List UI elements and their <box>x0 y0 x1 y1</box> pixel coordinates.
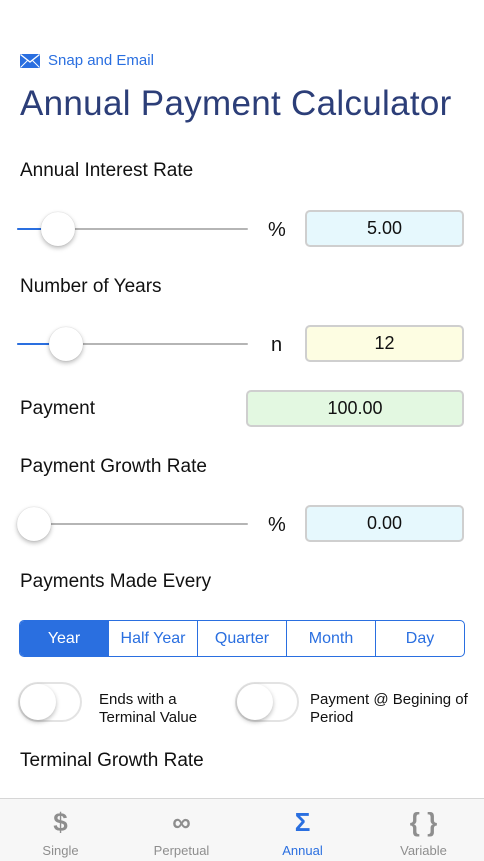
terminal-growth-label: Terminal Growth Rate <box>20 750 204 771</box>
tab-single[interactable]: $ Single <box>0 799 121 861</box>
interest-rate-slider[interactable] <box>17 212 248 246</box>
tab-label: Perpetual <box>153 843 210 858</box>
interest-unit-label: % <box>268 219 286 241</box>
slider-thumb[interactable] <box>17 507 51 541</box>
tab-perpetual[interactable]: ∞ Perpetual <box>121 799 242 861</box>
page-title: Annual Payment Calculator <box>20 84 452 123</box>
tab-variable[interactable]: { } Variable <box>363 799 484 861</box>
growth-unit-label: % <box>268 514 286 536</box>
tab-annual[interactable]: Σ Annual <box>242 799 363 861</box>
frequency-option-year[interactable]: Year <box>20 621 108 656</box>
slider-track <box>17 523 248 525</box>
begin-period-label: Payment @ Begining of Period <box>310 691 468 726</box>
snap-and-email-label: Snap and Email <box>48 52 154 69</box>
infinity-icon: ∞ <box>172 807 191 837</box>
terminal-value-label: Ends with a Terminal Value <box>99 691 198 726</box>
envelope-icon <box>20 53 40 68</box>
growth-rate-slider[interactable] <box>17 507 248 541</box>
years-slider[interactable] <box>17 327 248 361</box>
frequency-option-half-year[interactable]: Half Year <box>108 621 197 656</box>
tab-label: Single <box>42 843 79 858</box>
frequency-option-month[interactable]: Month <box>286 621 375 656</box>
braces-icon: { } <box>409 807 438 837</box>
growth-rate-field[interactable]: 0.00 <box>305 505 464 542</box>
years-unit-label: n <box>271 334 283 356</box>
begin-period-toggle[interactable] <box>235 682 299 722</box>
slider-thumb[interactable] <box>48 327 83 361</box>
years-label: Number of Years <box>20 276 162 297</box>
slider-thumb[interactable] <box>40 212 75 246</box>
frequency-option-quarter[interactable]: Quarter <box>197 621 286 656</box>
interest-rate-field[interactable]: 5.00 <box>305 210 464 247</box>
frequency-label: Payments Made Every <box>20 571 212 592</box>
frequency-segmented-control: Year Half Year Quarter Month Day <box>19 620 465 657</box>
interest-rate-label: Annual Interest Rate <box>20 160 194 181</box>
years-field[interactable]: 12 <box>305 325 464 362</box>
tab-label: Variable <box>400 843 447 858</box>
tab-bar: $ Single ∞ Perpetual Σ Annual { } Variab… <box>0 798 484 861</box>
tab-label: Annual <box>282 843 323 858</box>
payment-field[interactable]: 100.00 <box>246 390 464 427</box>
snap-and-email-link[interactable]: Snap and Email <box>20 52 154 69</box>
toggle-knob <box>20 684 56 720</box>
growth-rate-label: Payment Growth Rate <box>20 456 207 477</box>
sigma-icon: Σ <box>294 807 311 837</box>
frequency-option-day[interactable]: Day <box>375 621 464 656</box>
dollar-icon: $ <box>53 807 68 837</box>
payment-label: Payment <box>20 398 95 419</box>
terminal-value-toggle[interactable] <box>18 682 82 722</box>
toggle-knob <box>237 684 273 720</box>
